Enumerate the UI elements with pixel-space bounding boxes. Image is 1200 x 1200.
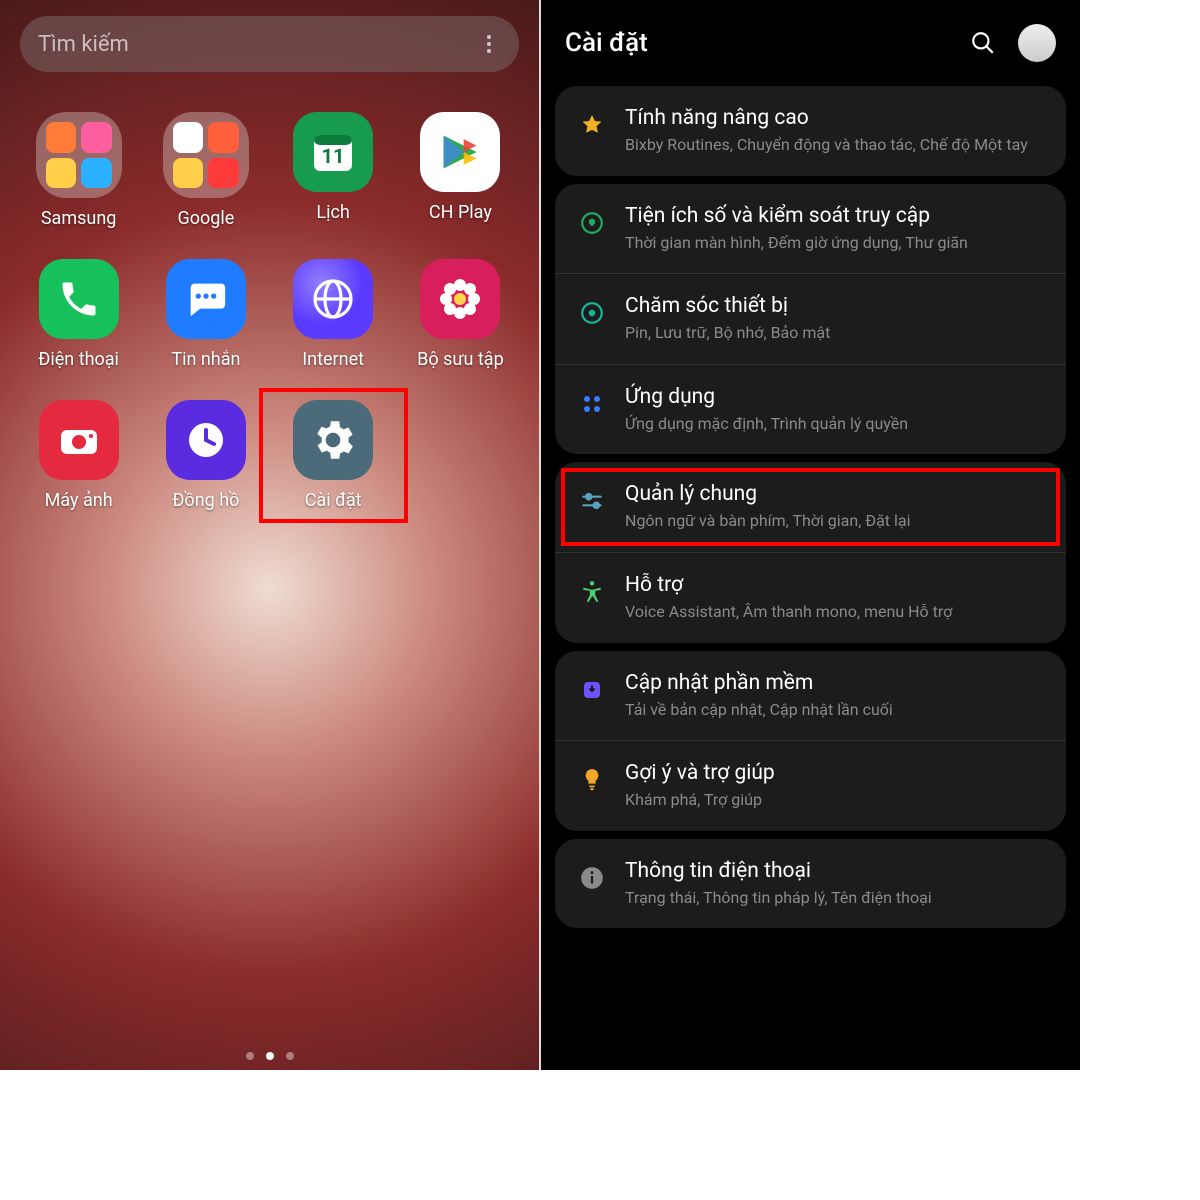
row-subtitle: Khám phá, Trợ giúp — [625, 789, 775, 811]
settings-row--ng-d-ng[interactable]: Ứng dụng Ứng dụng mặc định, Trình quản l… — [555, 364, 1066, 455]
settings-group: Thông tin điện thoại Trạng thái, Thông t… — [555, 839, 1066, 929]
app-label: Máy ảnh — [45, 490, 113, 511]
settings-row-g-i-v-tr-gi-p[interactable]: Gợi ý và trợ giúp Khám phá, Trợ giúp — [555, 740, 1066, 831]
update-icon — [577, 675, 607, 705]
row-title: Cập nhật phần mềm — [625, 671, 893, 695]
app-điện-thoại[interactable]: Điện thoại — [20, 259, 137, 370]
row-title: Hỗ trợ — [625, 573, 952, 597]
app-máy-ảnh[interactable]: Máy ảnh — [20, 400, 137, 511]
sliders-icon — [577, 486, 607, 516]
settings-row-ch-m-s-c-thi-t-b-[interactable]: Chăm sóc thiết bị Pin, Lưu trữ, Bộ nhớ, … — [555, 273, 1066, 364]
page-title: Cài đặt — [565, 28, 648, 58]
page-indicator — [0, 1052, 539, 1060]
row-subtitle: Pin, Lưu trữ, Bộ nhớ, Bảo mật — [625, 322, 830, 344]
app-cài-đặt[interactable]: Cài đặt — [275, 400, 392, 511]
settings-row-qu-n-l-chung[interactable]: Quản lý chung Ngôn ngữ và bàn phím, Thời… — [555, 462, 1066, 552]
settings-row-th-ng-tin-i-n-tho-i[interactable]: Thông tin điện thoại Trạng thái, Thông t… — [555, 839, 1066, 929]
app-samsung[interactable]: Samsung — [20, 112, 137, 229]
svg-text:11: 11 — [322, 144, 345, 168]
settings-row-t-nh-n-ng-n-ng-cao[interactable]: Tính năng nâng cao Bixby Routines, Chuyể… — [555, 86, 1066, 176]
row-subtitle: Bixby Routines, Chuyển động và thao tác,… — [625, 134, 1028, 156]
app-label: Đồng hồ — [172, 490, 239, 511]
row-title: Quản lý chung — [625, 482, 910, 506]
app-lịch[interactable]: 11 Lịch — [275, 112, 392, 229]
app-label: Cài đặt — [305, 490, 362, 511]
row-subtitle: Ngôn ngữ và bàn phím, Thời gian, Đặt lại — [625, 510, 910, 532]
search-icon[interactable] — [970, 30, 996, 56]
row-subtitle: Voice Assistant, Âm thanh mono, menu Hỗ … — [625, 601, 952, 623]
care-icon — [577, 298, 607, 328]
app-label: CH Play — [429, 202, 492, 223]
settings-row-h-tr-[interactable]: Hỗ trợ Voice Assistant, Âm thanh mono, m… — [555, 552, 1066, 643]
row-subtitle: Ứng dụng mặc định, Trình quản lý quyền — [625, 413, 908, 435]
row-subtitle: Thời gian màn hình, Đếm giờ ứng dụng, Th… — [625, 232, 968, 254]
info-icon — [577, 863, 607, 893]
app-label: Tin nhắn — [171, 349, 240, 370]
app-label: Điện thoại — [38, 349, 119, 370]
a11y-icon — [577, 577, 607, 607]
settings-group: Tiện ích số và kiểm soát truy cập Thời g… — [555, 184, 1066, 455]
row-title: Tiện ích số và kiểm soát truy cập — [625, 204, 968, 228]
app-label: Internet — [302, 349, 364, 370]
row-title: Thông tin điện thoại — [625, 859, 932, 883]
row-subtitle: Trạng thái, Thông tin pháp lý, Tên điện … — [625, 887, 932, 909]
star-icon — [577, 110, 607, 140]
search-bar[interactable]: Tìm kiếm — [20, 16, 519, 72]
more-icon[interactable] — [477, 35, 501, 53]
app-label: Google — [177, 208, 234, 229]
row-title: Gợi ý và trợ giúp — [625, 761, 775, 785]
apps-icon — [577, 389, 607, 419]
settings-group: Cập nhật phần mềm Tải về bản cập nhật, C… — [555, 651, 1066, 831]
row-title: Ứng dụng — [625, 385, 908, 409]
app-label: Lịch — [316, 202, 349, 223]
settings-row-ti-n-ch-s-v-ki-m-so-t-truy-c-p[interactable]: Tiện ích số và kiểm soát truy cập Thời g… — [555, 184, 1066, 274]
app-ch-play[interactable]: CH Play — [402, 112, 519, 229]
settings-row-c-p-nh-t-ph-n-m-m[interactable]: Cập nhật phần mềm Tải về bản cập nhật, C… — [555, 651, 1066, 741]
app-internet[interactable]: Internet — [275, 259, 392, 370]
app-đồng-hồ[interactable]: Đồng hồ — [147, 400, 264, 511]
app-label: Bộ sưu tập — [417, 349, 504, 370]
app-drawer: Tìm kiếm Samsung Google 11 Lịch CH Play Đ… — [0, 0, 539, 1070]
avatar[interactable] — [1018, 24, 1056, 62]
app-bộ-sưu-tập[interactable]: Bộ sưu tập — [402, 259, 519, 370]
settings-group: Quản lý chung Ngôn ngữ và bàn phím, Thời… — [555, 462, 1066, 642]
wellbeing-icon — [577, 208, 607, 238]
app-tin-nhắn[interactable]: Tin nhắn — [147, 259, 264, 370]
row-subtitle: Tải về bản cập nhật, Cập nhật lần cuối — [625, 699, 893, 721]
row-title: Chăm sóc thiết bị — [625, 294, 830, 318]
app-label: Samsung — [41, 208, 117, 229]
settings-screen: Cài đặt Tính năng nâng cao Bixby Routine… — [541, 0, 1080, 1070]
search-placeholder: Tìm kiếm — [38, 32, 129, 57]
settings-group: Tính năng nâng cao Bixby Routines, Chuyể… — [555, 86, 1066, 176]
app-google[interactable]: Google — [147, 112, 264, 229]
bulb-icon — [577, 765, 607, 795]
row-title: Tính năng nâng cao — [625, 106, 1028, 130]
